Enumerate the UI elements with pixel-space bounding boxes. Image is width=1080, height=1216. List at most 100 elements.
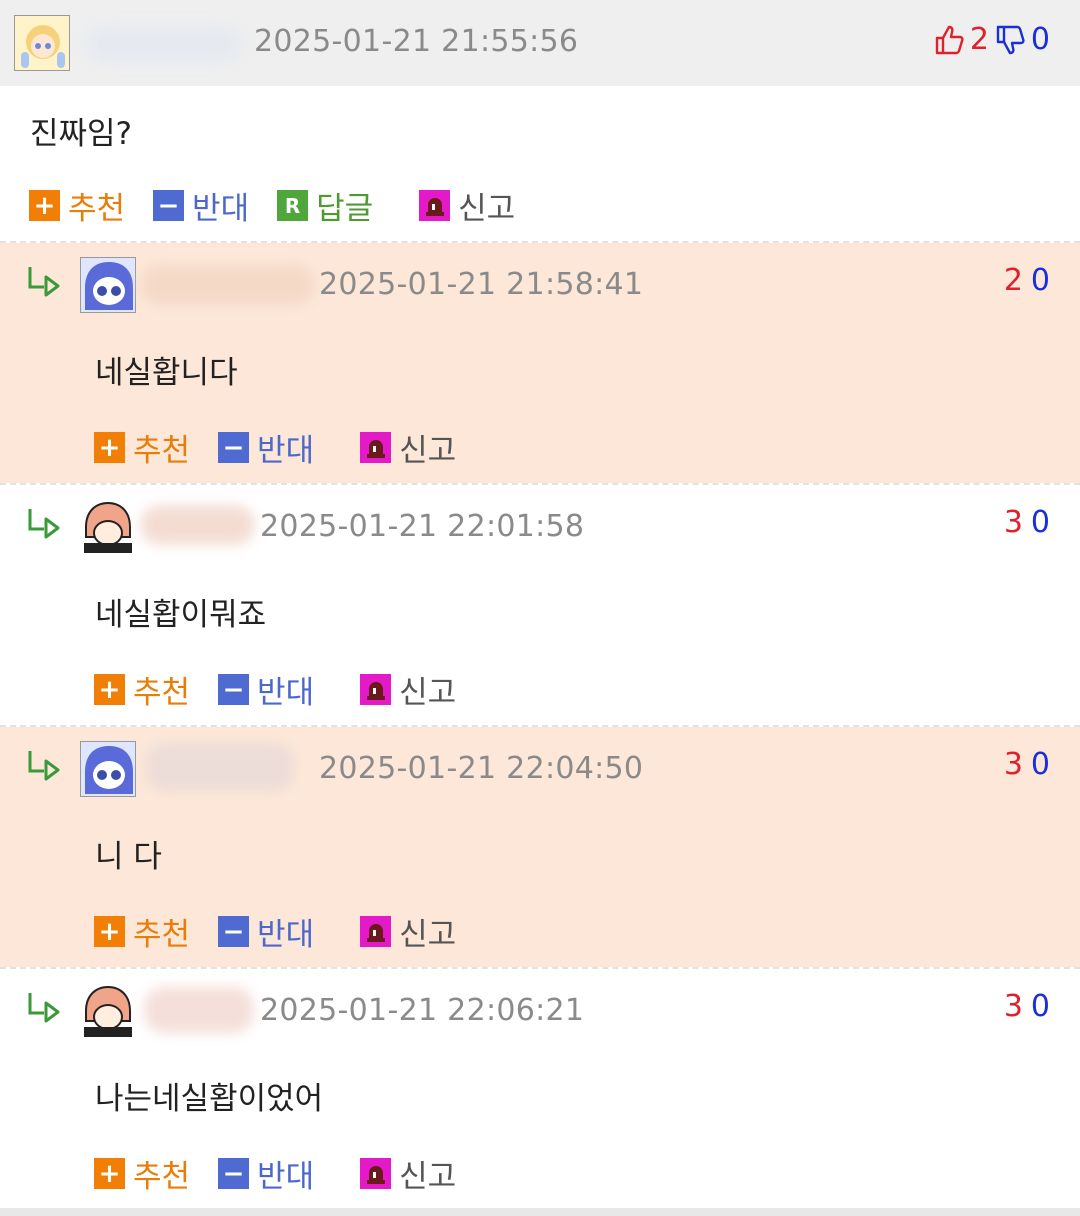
reply-score: 30 bbox=[996, 505, 1050, 540]
avatar[interactable] bbox=[80, 741, 136, 797]
recommend-label: 추천 bbox=[133, 675, 191, 711]
reply-score: 30 bbox=[996, 989, 1050, 1024]
reply-up-count: 3 bbox=[1003, 747, 1023, 782]
recommend-button[interactable]: + 추천 bbox=[94, 1151, 190, 1196]
thumbs-up-icon[interactable] bbox=[934, 24, 966, 56]
reply-arrow-icon bbox=[28, 751, 60, 781]
reply-item: 2025-01-21 21:58:41 20 네실홥니다 + 추천 − 반대 신… bbox=[0, 243, 1080, 483]
reply-actions: + 추천 − 반대 신고 bbox=[94, 1151, 484, 1196]
reply-down-count: 0 bbox=[1030, 263, 1050, 298]
avatar[interactable] bbox=[80, 983, 136, 1039]
recommend-label: 추천 bbox=[133, 1159, 191, 1195]
reply-score: 30 bbox=[996, 747, 1050, 782]
plus-icon: + bbox=[94, 916, 125, 947]
minus-icon: − bbox=[218, 674, 250, 705]
reply-actions: + 추천 − 반대 신고 bbox=[94, 667, 484, 712]
report-label: 신고 bbox=[399, 675, 457, 711]
oppose-button[interactable]: − 반대 bbox=[218, 667, 314, 712]
reply-arrow-icon bbox=[28, 509, 60, 539]
avatar-image bbox=[81, 742, 135, 796]
reply-down-count: 0 bbox=[1030, 747, 1050, 782]
reply-content: 네실홥니다 bbox=[95, 355, 238, 391]
reply-content: 나는네실홥이었어 bbox=[95, 1081, 324, 1117]
oppose-button[interactable]: − 반대 bbox=[218, 425, 314, 470]
avatar-image bbox=[15, 16, 69, 70]
reply-content: 네실홥이뭐죠 bbox=[95, 597, 267, 633]
oppose-label: 반대 bbox=[257, 917, 315, 953]
oppose-label: 반대 bbox=[257, 675, 315, 711]
reply-arrow-icon bbox=[28, 267, 60, 297]
siren-icon bbox=[360, 674, 392, 705]
reply-up-count: 3 bbox=[1003, 989, 1023, 1024]
recommend-button[interactable]: + 추천 bbox=[29, 183, 125, 228]
plus-icon: + bbox=[94, 1158, 125, 1189]
recommend-label: 추천 bbox=[133, 433, 191, 469]
oppose-button[interactable]: − 반대 bbox=[153, 183, 249, 228]
minus-icon: − bbox=[153, 190, 185, 221]
reply-item: 2025-01-21 22:01:58 30 네실홥이뭐죠 + 추천 − 반대 … bbox=[0, 485, 1080, 725]
avatar[interactable] bbox=[14, 15, 70, 71]
minus-icon: − bbox=[218, 432, 250, 463]
recommend-label: 추천 bbox=[68, 191, 126, 227]
username-redacted bbox=[146, 743, 294, 791]
reply-down-count: 0 bbox=[1030, 989, 1050, 1024]
reply-actions: + 추천 − 반대 신고 bbox=[94, 909, 484, 954]
report-label: 신고 bbox=[399, 917, 457, 953]
avatar[interactable] bbox=[80, 257, 136, 313]
avatar[interactable] bbox=[80, 499, 136, 555]
reply-timestamp: 2025-01-21 22:01:58 bbox=[260, 509, 585, 544]
report-label: 신고 bbox=[458, 191, 516, 227]
siren-icon bbox=[360, 432, 392, 463]
report-button[interactable]: 신고 bbox=[360, 667, 456, 712]
reply-label: 답글 bbox=[316, 191, 374, 227]
oppose-label: 반대 bbox=[257, 433, 315, 469]
reply-score: 20 bbox=[996, 263, 1050, 298]
username-redacted bbox=[140, 505, 255, 545]
post-up-count: 2 bbox=[969, 22, 989, 57]
avatar-image bbox=[80, 499, 136, 555]
post-down-count: 0 bbox=[1030, 22, 1050, 57]
recommend-button[interactable]: + 추천 bbox=[94, 667, 190, 712]
avatar-image bbox=[80, 983, 136, 1039]
post-content: 진짜임? bbox=[30, 116, 133, 152]
oppose-label: 반대 bbox=[257, 1159, 315, 1195]
post-timestamp: 2025-01-21 21:55:56 bbox=[254, 24, 579, 59]
report-button[interactable]: 신고 bbox=[360, 1151, 456, 1196]
siren-icon bbox=[360, 1158, 392, 1189]
username-redacted bbox=[144, 987, 254, 1033]
reply-badge-icon: R bbox=[277, 190, 309, 221]
reply-up-count: 2 bbox=[1003, 263, 1023, 298]
post-actions: + 추천 − 반대 R 답글 신고 bbox=[29, 183, 543, 228]
recommend-button[interactable]: + 추천 bbox=[94, 425, 190, 470]
thumbs-down-icon[interactable] bbox=[995, 24, 1027, 56]
minus-icon: − bbox=[218, 1158, 250, 1189]
username-redacted bbox=[140, 265, 315, 305]
report-label: 신고 bbox=[399, 1159, 457, 1195]
recommend-button[interactable]: + 추천 bbox=[94, 909, 190, 954]
post-header: 2025-01-21 21:55:56 2 0 bbox=[0, 0, 1080, 86]
plus-icon: + bbox=[94, 674, 125, 705]
reply-button[interactable]: R 답글 bbox=[277, 183, 373, 228]
reply-up-count: 3 bbox=[1003, 505, 1023, 540]
reply-timestamp: 2025-01-21 22:04:50 bbox=[319, 751, 644, 786]
report-label: 신고 bbox=[399, 433, 457, 469]
recommend-label: 추천 bbox=[133, 917, 191, 953]
reply-content: 니 다 bbox=[95, 839, 162, 875]
bottom-divider bbox=[0, 1208, 1080, 1216]
reply-actions: + 추천 − 반대 신고 bbox=[94, 425, 484, 470]
username-redacted bbox=[84, 24, 244, 64]
report-button[interactable]: 신고 bbox=[419, 183, 515, 228]
plus-icon: + bbox=[94, 432, 125, 463]
reply-arrow-icon bbox=[28, 993, 60, 1023]
report-button[interactable]: 신고 bbox=[360, 425, 456, 470]
avatar-image bbox=[81, 258, 135, 312]
oppose-button[interactable]: − 반대 bbox=[218, 1151, 314, 1196]
report-button[interactable]: 신고 bbox=[360, 909, 456, 954]
reply-timestamp: 2025-01-21 22:06:21 bbox=[260, 993, 585, 1028]
reply-down-count: 0 bbox=[1030, 505, 1050, 540]
plus-icon: + bbox=[29, 190, 60, 221]
reply-timestamp: 2025-01-21 21:58:41 bbox=[319, 267, 644, 302]
siren-icon bbox=[360, 916, 392, 947]
oppose-button[interactable]: − 반대 bbox=[218, 909, 314, 954]
siren-icon bbox=[419, 190, 451, 221]
